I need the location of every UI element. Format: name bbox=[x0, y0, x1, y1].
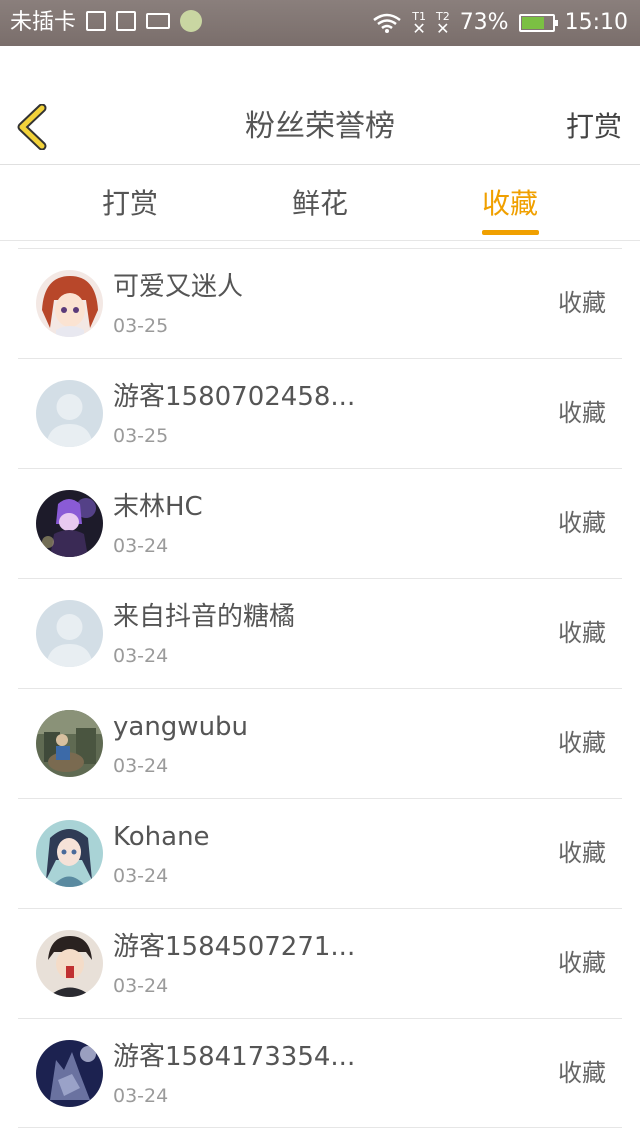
avatar[interactable] bbox=[36, 1040, 103, 1107]
tab-bar: 打赏 鲜花 收藏 bbox=[0, 165, 640, 241]
fan-name: 来自抖音的糖橘 bbox=[113, 602, 296, 632]
page-title: 粉丝荣誉榜 bbox=[245, 109, 395, 144]
fan-name: Kohane bbox=[113, 822, 210, 852]
sim2-no-signal-icon: T2 ✕ bbox=[435, 10, 450, 38]
tab-favorites[interactable]: 收藏 bbox=[450, 185, 570, 223]
fan-date: 03-24 bbox=[113, 535, 169, 557]
battery-icon bbox=[518, 14, 558, 32]
app-header: 粉丝荣誉榜 打赏 bbox=[0, 46, 640, 164]
fan-date: 03-25 bbox=[113, 425, 169, 447]
list-item[interactable]: 可爱又迷人 03-25 收藏 bbox=[18, 248, 622, 358]
fan-name: 可爱又迷人 bbox=[113, 272, 244, 302]
avatar[interactable] bbox=[36, 930, 103, 997]
keyboard-icon bbox=[146, 13, 170, 29]
default-avatar-icon bbox=[36, 380, 103, 447]
avatar[interactable] bbox=[36, 710, 103, 777]
battery-percent: 73% bbox=[459, 10, 509, 35]
favorite-label: 收藏 bbox=[558, 949, 606, 977]
favorite-label: 收藏 bbox=[558, 509, 606, 537]
notification-icons bbox=[86, 10, 202, 32]
clock: 15:10 bbox=[564, 10, 628, 35]
fan-date: 03-24 bbox=[113, 755, 169, 777]
reward-button[interactable]: 打赏 bbox=[566, 108, 622, 146]
favorite-label: 收藏 bbox=[558, 839, 606, 867]
list-item[interactable]: yangwubu 03-24 收藏 bbox=[18, 688, 622, 798]
fan-date: 03-24 bbox=[113, 865, 169, 887]
photo-avatar-icon bbox=[36, 710, 103, 777]
image-icon bbox=[116, 11, 136, 31]
avatar[interactable] bbox=[36, 490, 103, 557]
favorite-label: 收藏 bbox=[558, 399, 606, 427]
list-item[interactable]: 游客1580702458... 03-25 收藏 bbox=[18, 358, 622, 468]
wifi-icon bbox=[373, 13, 401, 33]
purple-character-avatar-icon bbox=[36, 490, 103, 557]
status-bar: 未插卡 T1 ✕ T2 ✕ 73% 15:10 bbox=[0, 0, 640, 46]
fan-date: 03-25 bbox=[113, 315, 169, 337]
fan-name: 游客1584173354... bbox=[113, 1042, 356, 1072]
sim1-no-signal-icon: T1 ✕ bbox=[412, 10, 426, 38]
list-item[interactable]: 游客1584173354... 03-24 收藏 bbox=[18, 1018, 622, 1128]
fan-name: 游客1580702458... bbox=[113, 382, 356, 412]
default-avatar-icon bbox=[36, 600, 103, 667]
avatar[interactable] bbox=[36, 820, 103, 887]
list-item[interactable]: Kohane 03-24 收藏 bbox=[18, 798, 622, 908]
fan-date: 03-24 bbox=[113, 1085, 169, 1107]
anime-girl-avatar-icon bbox=[36, 270, 103, 337]
favorite-label: 收藏 bbox=[558, 289, 606, 317]
avatar[interactable] bbox=[36, 600, 103, 667]
fan-date: 03-24 bbox=[113, 975, 169, 997]
anime-girl-avatar-icon bbox=[36, 820, 103, 887]
fan-name: 末林HC bbox=[113, 492, 203, 522]
tab-reward[interactable]: 打赏 bbox=[70, 185, 190, 223]
list-item[interactable]: 来自抖音的糖橘 03-24 收藏 bbox=[18, 578, 622, 688]
active-tab-indicator bbox=[482, 230, 539, 235]
list-item[interactable]: 游客1584507271... 03-24 收藏 bbox=[18, 908, 622, 1018]
wolf-avatar-icon bbox=[36, 1040, 103, 1107]
status-right: T1 ✕ T2 ✕ 73% 15:10 bbox=[372, 8, 628, 38]
battery-level bbox=[521, 17, 544, 29]
fan-name: 游客1584507271... bbox=[113, 932, 356, 962]
favorite-label: 收藏 bbox=[558, 729, 606, 757]
tabs-divider bbox=[0, 240, 640, 241]
fan-list: 可爱又迷人 03-25 收藏 游客1580702458... 03-25 收藏 bbox=[0, 248, 640, 1128]
carrier-label: 未插卡 bbox=[10, 10, 77, 35]
sim-alert-icon bbox=[86, 11, 106, 31]
app-icon bbox=[180, 10, 202, 32]
avatar[interactable] bbox=[36, 380, 103, 447]
tab-flowers[interactable]: 鲜花 bbox=[260, 185, 380, 223]
fan-date: 03-24 bbox=[113, 645, 169, 667]
favorite-label: 收藏 bbox=[558, 619, 606, 647]
favorite-label: 收藏 bbox=[558, 1059, 606, 1087]
anime-boy-avatar-icon bbox=[36, 930, 103, 997]
fan-name: yangwubu bbox=[113, 712, 249, 742]
list-item[interactable]: 末林HC 03-24 收藏 bbox=[18, 468, 622, 578]
avatar[interactable] bbox=[36, 270, 103, 337]
